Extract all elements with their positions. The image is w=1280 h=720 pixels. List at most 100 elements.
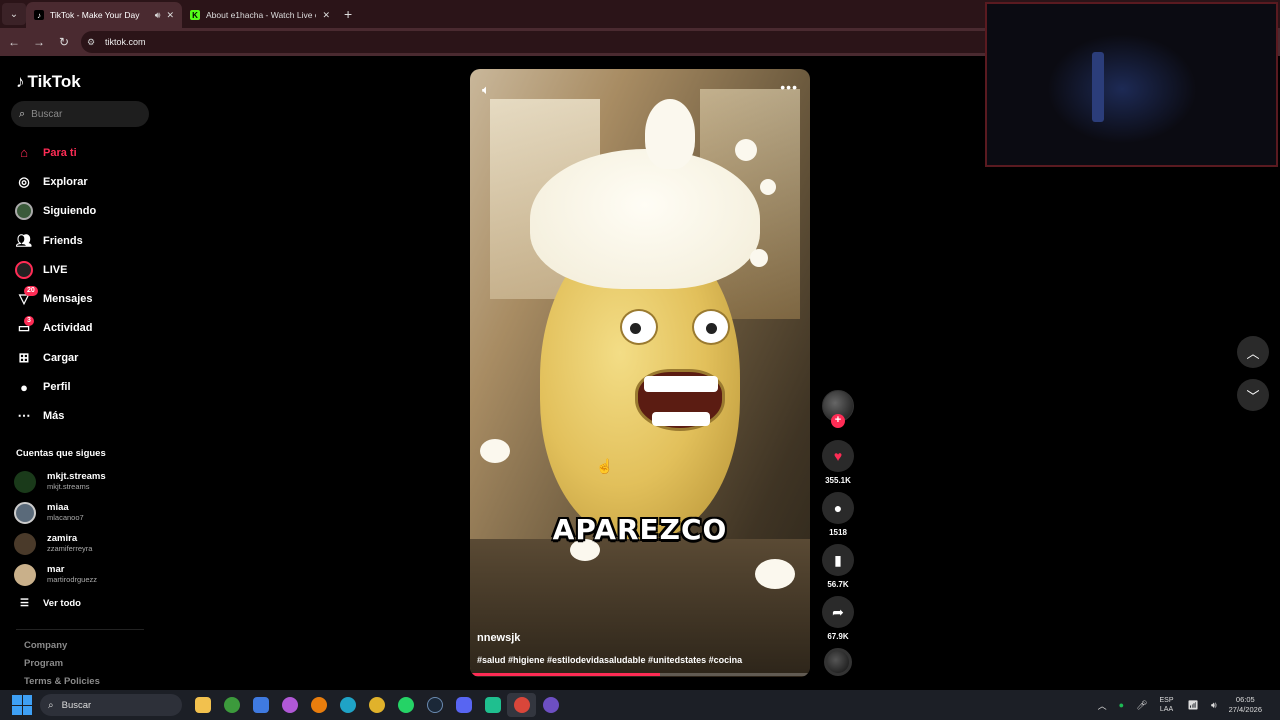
bookmark-icon[interactable]: ▮ — [822, 544, 854, 576]
comment-icon[interactable]: ● — [822, 492, 854, 524]
search-input[interactable]: ⌕ Buscar — [11, 101, 149, 127]
comment-action[interactable]: ● 1518 — [822, 492, 854, 537]
following-account[interactable]: mar martirodrguezz — [14, 559, 154, 590]
avatar — [14, 470, 36, 493]
clock[interactable]: 06:05 27/4/2026 — [1229, 695, 1262, 715]
more-options-icon[interactable]: ••• — [780, 79, 798, 95]
file-explorer-icon[interactable] — [188, 693, 217, 717]
close-tab-icon[interactable]: ✕ — [322, 10, 330, 21]
tiktok-logo[interactable]: ♪ TikTok — [16, 72, 81, 92]
live-icon — [14, 260, 34, 280]
follow-plus-button[interactable]: + — [831, 414, 845, 428]
search-icon: ⌕ — [48, 699, 54, 711]
footer-link-company[interactable]: Company — [24, 640, 100, 658]
video-player[interactable]: 🔈︎ ••• APAREZCO nnewsjk #salud #higiene … — [470, 69, 810, 677]
nav-item-mensajes[interactable]: ▽ 20 Mensajes — [14, 284, 154, 313]
following-account[interactable]: mkjt.streams mkjt.streams — [14, 466, 154, 497]
speaker-icon[interactable]: 🔊︎ — [155, 10, 161, 21]
webcam-light — [1047, 34, 1197, 144]
nav-item-actividad[interactable]: ▭ 3 Actividad — [14, 314, 154, 343]
close-tab-icon[interactable]: ✕ — [166, 10, 174, 21]
tiktok-note-icon: ♪ — [16, 72, 25, 91]
see-all-label: Ver todo — [42, 598, 81, 609]
site-info-icon[interactable]: ⚙ — [87, 37, 101, 48]
nav-item-siguiendo[interactable]: Siguiendo — [14, 197, 154, 226]
video-progress-track[interactable] — [470, 673, 810, 676]
egg-eye-left — [620, 309, 658, 345]
footer-link-program[interactable]: Program — [24, 658, 100, 676]
steam-icon[interactable] — [420, 693, 449, 717]
new-tab-button[interactable]: + — [344, 6, 352, 22]
nav-item-friends[interactable]: 👥︎ Friends — [14, 226, 154, 255]
blender-icon[interactable] — [304, 693, 333, 717]
avatar — [14, 563, 36, 586]
back-arrow-icon[interactable]: ← — [3, 35, 25, 49]
volume-icon[interactable]: 🔈︎ — [482, 82, 490, 98]
search-icon: ⌕ — [19, 107, 26, 120]
previous-video-button[interactable]: ︿ — [1237, 336, 1269, 368]
obs-icon[interactable] — [536, 693, 565, 717]
nav-item-perfil[interactable]: ● Perfil — [14, 372, 154, 401]
foam-blob — [735, 139, 757, 161]
chrome-icon[interactable] — [362, 693, 391, 717]
nav-item-explorar[interactable]: ◎ Explorar — [14, 167, 154, 196]
like-count: 355.1K — [825, 476, 851, 485]
account-handle: mkjt.streams — [47, 482, 90, 491]
profile-icon: ● — [20, 379, 28, 395]
share-icon[interactable]: ➦ — [822, 596, 854, 628]
main-nav: ⌂ Para ti ◎ Explorar Siguiendo 👥︎ Friend… — [14, 138, 154, 431]
language-indicator[interactable]: ESP LAA — [1160, 696, 1174, 714]
like-action[interactable]: ♥ 355.1K — [822, 440, 854, 485]
see-all-link[interactable]: ☰ Ver todo — [20, 598, 81, 609]
tab-tiktok[interactable]: ♪ TikTok - Make Your Day 🔊︎ ✕ — [26, 2, 182, 28]
app-green-icon[interactable] — [478, 693, 507, 717]
windows-start-icon[interactable] — [12, 695, 32, 715]
following-account[interactable]: zamira zzamiferreyra — [14, 528, 154, 559]
tab-kick[interactable]: K About e1hacha - Watch Live on ✕ — [182, 2, 338, 28]
nav-label: Para ti — [43, 146, 77, 159]
whatsapp-icon[interactable] — [391, 693, 420, 717]
video-overlay-text: APAREZCO — [552, 513, 728, 546]
account-name: miaa — [47, 502, 69, 513]
kick-favicon-icon: K — [190, 10, 200, 20]
video-hashtags[interactable]: #salud #higiene #estilodevidasaludable #… — [477, 655, 742, 665]
app-icon[interactable] — [275, 693, 304, 717]
system-tray: ︿ ● 🎤︎ ESP LAA 📶︎ 🔊︎ 06:05 27/4/2026 — [1098, 690, 1280, 720]
chrome-active-icon[interactable] — [507, 693, 536, 717]
nav-item-mas[interactable]: ⋯ Más — [14, 402, 154, 431]
account-name: zamira — [47, 533, 78, 544]
chevron-up-icon[interactable]: ︿ — [1098, 699, 1107, 712]
volume-icon[interactable]: 🔊︎ — [1211, 700, 1217, 711]
store-icon[interactable] — [246, 693, 275, 717]
share-action[interactable]: ➦ 67.9K — [822, 596, 854, 641]
taskbar-search[interactable]: ⌕ Buscar — [40, 694, 182, 716]
nav-label: Cargar — [43, 351, 79, 364]
edge-icon[interactable] — [333, 693, 362, 717]
next-video-button[interactable]: ﹀ — [1237, 379, 1269, 411]
video-author[interactable]: nnewsjk — [477, 632, 520, 644]
xbox-icon[interactable] — [217, 693, 246, 717]
forward-arrow-icon[interactable]: → — [28, 35, 50, 49]
wifi-icon[interactable]: 📶︎ — [1188, 700, 1199, 711]
sound-disc[interactable] — [824, 648, 852, 676]
microphone-icon[interactable]: 🎤︎ — [1136, 700, 1147, 711]
discord-icon[interactable] — [449, 693, 478, 717]
nav-item-cargar[interactable]: ⊞ Cargar — [14, 343, 154, 372]
save-action[interactable]: ▮ 56.7K — [822, 544, 854, 589]
following-account[interactable]: miaa mlacanoo7 — [14, 497, 154, 528]
sidebar-divider — [16, 629, 144, 630]
sidebar: ♪ TikTok ⌕ Buscar ⌂ Para ti ◎ Explorar S… — [0, 58, 160, 690]
nav-item-para-ti[interactable]: ⌂ Para ti — [14, 138, 154, 167]
nav-label: LIVE — [43, 263, 68, 276]
heart-icon[interactable]: ♥ — [822, 440, 854, 472]
avatar — [14, 532, 36, 555]
tab-search-button[interactable]: ⌄ — [2, 3, 26, 25]
home-icon: ⌂ — [20, 145, 28, 161]
reload-icon[interactable]: ↻ — [53, 35, 75, 49]
taskbar-search-placeholder: Buscar — [61, 699, 92, 711]
taskbar-apps — [188, 693, 565, 717]
footer-links: Company Program Terms & Policies — [24, 640, 100, 694]
hand-cursor-icon: ☝ — [596, 458, 614, 474]
nav-item-live[interactable]: LIVE — [14, 255, 154, 284]
spotify-icon[interactable]: ● — [1119, 700, 1124, 710]
